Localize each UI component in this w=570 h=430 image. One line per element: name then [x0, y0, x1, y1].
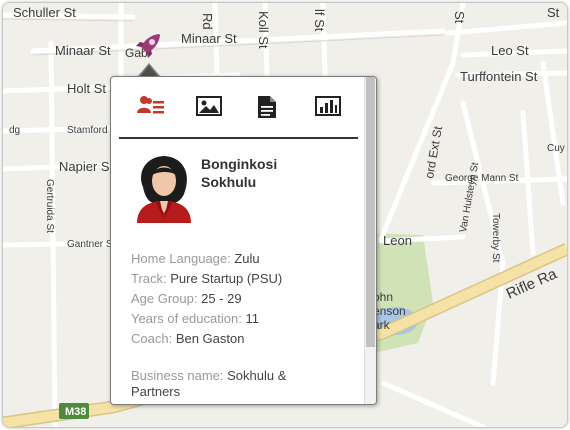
street-label: St [452, 11, 467, 24]
street-label: Gertruida St [44, 179, 55, 233]
field-value: 11 [241, 311, 259, 326]
field-value: Sokhulu & [223, 368, 287, 383]
street-label: Cuy [547, 143, 565, 154]
field-value: Zulu [230, 251, 260, 266]
scrollbar-thumb[interactable] [366, 77, 375, 347]
field-label: Track: [131, 271, 167, 286]
field-value: Ben Gaston [172, 331, 245, 346]
street-label: Turffontein St [460, 69, 538, 84]
field-track: Track: Pure Startup (PSU) [131, 269, 351, 289]
street-label: Towerby St [490, 213, 501, 263]
street-label: Leo St [491, 43, 529, 58]
tab-image[interactable] [196, 95, 224, 121]
street-label: lf St [312, 9, 327, 32]
field-business-name: Business name: Sokhulu & Partners [131, 368, 351, 400]
field-coach: Coach: Ben Gaston [131, 329, 351, 349]
field-value: Pure Startup (PSU) [166, 271, 283, 286]
field-label: Age Group: [131, 291, 198, 306]
field-value-continued: Partners [131, 384, 181, 399]
park-label: enson [373, 304, 406, 318]
street-label: Minaar St [55, 43, 111, 58]
field-age-group: Age Group: 25 - 29 [131, 289, 351, 309]
field-home-language: Home Language: Zulu [131, 249, 351, 269]
tab-statistics[interactable] [315, 95, 343, 121]
street-label: Koll St [256, 11, 271, 49]
street-label: Stamford [67, 125, 108, 136]
field-label: Business name: [131, 368, 224, 383]
street-label: Rd [200, 13, 215, 30]
street-label: Napier St [59, 159, 114, 174]
street-label: Holt St [67, 81, 106, 96]
svg-text:M38: M38 [65, 406, 86, 418]
bar-chart-icon [315, 96, 341, 116]
person-name: Bonginkosi Sokhulu [201, 155, 341, 191]
image-icon [196, 96, 222, 116]
document-icon [258, 96, 276, 118]
tab-profile[interactable] [137, 95, 165, 121]
person-first-name: Bonginkosi [201, 156, 278, 172]
rocket-marker-icon[interactable] [133, 31, 165, 61]
tab-document[interactable] [257, 95, 285, 121]
avatar [137, 156, 191, 223]
popup-tab-bar [119, 77, 358, 139]
street-label: George Mann St [445, 173, 519, 184]
field-label: Home Language: [131, 251, 231, 266]
person-last-name: Sokhulu [201, 174, 257, 190]
m38-route-shield: M38 [59, 403, 89, 419]
street-label: Minaar St [181, 31, 237, 46]
street-label: Schuller St [13, 5, 76, 20]
street-label: St [547, 5, 560, 20]
map-frame: Schuller St Minaar St Minaar St Holt St … [2, 2, 568, 428]
field-label: Years of education: [131, 311, 242, 326]
street-label: dg [9, 125, 20, 136]
field-years-education: Years of education: 11 [131, 309, 351, 329]
info-popup: Bonginkosi Sokhulu Home Language: Zulu T… [110, 76, 377, 405]
profile-icon [137, 96, 164, 114]
field-value: 25 - 29 [197, 291, 242, 306]
popup-scrollbar[interactable] [364, 77, 376, 404]
street-label: Leon [383, 233, 412, 248]
field-label: Coach: [131, 331, 173, 346]
street-label: Gantner St [67, 239, 116, 250]
